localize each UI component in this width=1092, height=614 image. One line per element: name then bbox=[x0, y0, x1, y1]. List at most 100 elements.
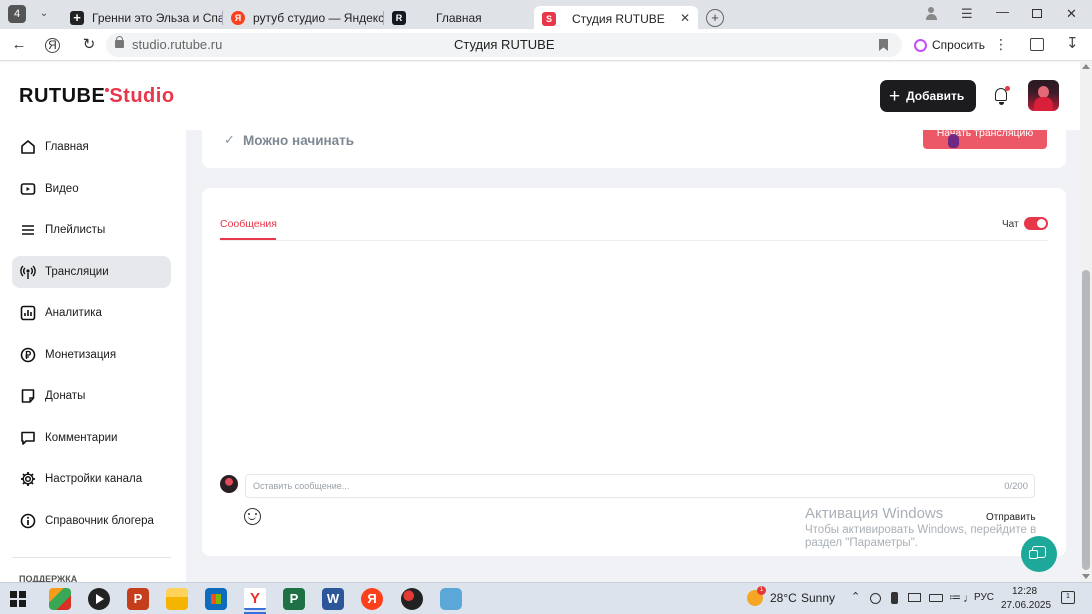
scroll-up-arrow[interactable] bbox=[1082, 64, 1090, 69]
sidebar-item-monetization[interactable]: Монетизация bbox=[12, 339, 171, 371]
yandex-favicon-icon: Я bbox=[231, 10, 245, 25]
store-icon[interactable] bbox=[205, 588, 227, 610]
broadcast-icon bbox=[19, 263, 37, 281]
yandex-browser-icon[interactable]: Y bbox=[244, 588, 266, 610]
video-icon bbox=[19, 180, 37, 198]
chat-input[interactable]: Оставить сообщение... 0/200 bbox=[245, 474, 1035, 498]
sidebar-item-label: Плейлисты bbox=[45, 224, 106, 236]
chat-tab-messages[interactable]: Сообщения bbox=[220, 218, 277, 230]
emoji-icon[interactable] bbox=[244, 508, 261, 525]
tab-count-badge[interactable]: 4 bbox=[8, 5, 26, 23]
windows-taskbar: P Y P W Я 1 28°C Sunny ⌃ ≔ ♩ РУС 12:28 2… bbox=[0, 582, 1092, 614]
stream-status-text: Можно начинать bbox=[243, 133, 355, 148]
sidebar-item-label: Трансляции bbox=[45, 266, 109, 278]
reload-icon[interactable]: ↻ bbox=[80, 36, 98, 54]
page-scrollbar[interactable] bbox=[1080, 62, 1092, 582]
sidebar-item-label: Главная bbox=[45, 141, 89, 153]
sidebar-item-channel-settings[interactable]: Настройки канала bbox=[12, 463, 171, 495]
sidebar-item-analytics[interactable]: Аналитика bbox=[12, 297, 171, 329]
url-text: studio.rutube.ru bbox=[132, 37, 223, 52]
sidebar-item-streams[interactable]: Трансляции bbox=[12, 256, 171, 288]
sidebar-support-label: ПОДДЕРЖКА bbox=[19, 574, 78, 582]
mouse-cursor-icon bbox=[948, 134, 959, 148]
browser-address-bar: ← Я ↻ studio.rutube.ru Студия RUTUBE Спр… bbox=[0, 29, 1092, 61]
weather-text[interactable]: Sunny bbox=[801, 591, 835, 605]
logo-studio: Studio bbox=[109, 85, 175, 107]
sidebar-item-label: Видео bbox=[45, 183, 79, 195]
gear-icon bbox=[19, 470, 37, 488]
close-tab-icon[interactable]: ✕ bbox=[680, 11, 690, 25]
close-window-icon[interactable]: ✕ bbox=[1066, 6, 1077, 22]
ask-alice-button[interactable]: Спросить bbox=[908, 34, 991, 56]
yandex-home-icon[interactable]: Я bbox=[45, 38, 60, 53]
browser-tab[interactable]: + Гренни это Эльза и Спан bbox=[62, 7, 222, 29]
rutube-favicon-icon: R bbox=[392, 10, 406, 25]
media-player-icon[interactable] bbox=[88, 588, 110, 610]
url-field[interactable]: studio.rutube.ru Студия RUTUBE bbox=[106, 33, 902, 57]
weather-sun-icon[interactable]: 1 bbox=[747, 586, 766, 606]
yandex-icon[interactable]: Я bbox=[361, 588, 383, 610]
tab-title: Главная bbox=[436, 10, 482, 25]
support-chat-button[interactable] bbox=[1021, 536, 1057, 572]
sidebar-item-comments[interactable]: Комментарии bbox=[12, 422, 171, 454]
restore-window-icon[interactable] bbox=[1032, 9, 1042, 18]
sidebar-item-playlists[interactable]: Плейлисты bbox=[12, 214, 171, 246]
minimize-window-icon[interactable]: — bbox=[996, 4, 1009, 19]
chat-toggle[interactable] bbox=[1024, 217, 1048, 230]
browser-tab[interactable]: R Главная bbox=[384, 7, 534, 29]
scroll-down-arrow[interactable] bbox=[1082, 574, 1090, 579]
windows-start-icon[interactable] bbox=[10, 591, 26, 607]
tray-network-icon[interactable] bbox=[870, 593, 881, 604]
browser-menu-icon[interactable]: ☰ bbox=[961, 6, 973, 22]
clock-date[interactable]: 27.06.2025 bbox=[1001, 600, 1051, 611]
studio-page: ✓ Можно начинать Начать трансляцию Сообщ… bbox=[0, 62, 1080, 582]
obs-studio-icon[interactable] bbox=[401, 588, 423, 610]
chat-input-placeholder: Оставить сообщение... bbox=[253, 481, 350, 491]
bookmark-icon[interactable] bbox=[879, 39, 888, 51]
toggle-knob bbox=[1037, 219, 1046, 228]
project-icon[interactable]: P bbox=[283, 588, 305, 610]
word-icon[interactable]: W bbox=[322, 588, 344, 610]
tray-device-icon[interactable] bbox=[891, 592, 898, 604]
more-menu-icon[interactable]: ⋮ bbox=[994, 36, 1008, 53]
notifications-bell-icon[interactable] bbox=[993, 86, 1010, 105]
sidebar-item-label: Аналитика bbox=[45, 307, 102, 319]
tray-monitor-icon[interactable] bbox=[908, 593, 921, 602]
file-explorer-icon[interactable] bbox=[166, 588, 188, 610]
sidebar-divider bbox=[12, 557, 171, 558]
tab-title: рутуб студио — Яндекс: н bbox=[253, 10, 383, 25]
sidebar-item-blogger-guide[interactable]: Справочник блогера bbox=[12, 505, 171, 537]
clock-time[interactable]: 12:28 bbox=[1012, 586, 1037, 597]
sidebar-item-video[interactable]: Видео bbox=[12, 173, 171, 205]
tray-chevron-up-icon[interactable]: ⌃ bbox=[851, 590, 860, 603]
keyboard-language[interactable]: РУС bbox=[974, 592, 994, 603]
notification-center-icon[interactable]: 1 bbox=[1061, 591, 1075, 604]
weather-temp[interactable]: 28°C bbox=[770, 591, 797, 605]
ruble-coin-icon bbox=[19, 346, 37, 364]
tray-battery-icon[interactable] bbox=[929, 594, 943, 602]
collections-icon[interactable] bbox=[1030, 38, 1044, 51]
tray-wifi-icon[interactable]: ≔ bbox=[949, 590, 961, 604]
new-tab-icon[interactable]: + bbox=[706, 8, 724, 27]
browser-tab[interactable]: Я рутуб студио — Яндекс: н bbox=[223, 7, 383, 29]
sidebar-item-donations[interactable]: Донаты bbox=[12, 380, 171, 412]
profile-icon[interactable] bbox=[925, 7, 937, 21]
powerpoint-icon[interactable]: P bbox=[127, 588, 149, 610]
sidebar-item-home[interactable]: Главная bbox=[12, 131, 171, 163]
rutube-studio-logo[interactable]: RUTUBE Studio bbox=[19, 85, 175, 108]
chat-panel: Сообщения Чат Оставить сообщение... 0/20… bbox=[202, 188, 1066, 556]
tab-title: Гренни это Эльза и Спан bbox=[92, 10, 222, 25]
windows-activation-watermark: Активация Windows Чтобы активировать Win… bbox=[805, 505, 1037, 549]
back-arrow-icon[interactable]: ← bbox=[10, 36, 28, 54]
stream-status-card: ✓ Можно начинать Начать трансляцию bbox=[202, 120, 1066, 168]
tab-list-chevron-icon[interactable]: ⌄ bbox=[36, 5, 52, 23]
char-counter: 0/200 bbox=[1004, 481, 1028, 492]
downloads-icon[interactable]: ↧ bbox=[1066, 34, 1079, 52]
user-avatar[interactable] bbox=[1028, 80, 1059, 111]
app-icon-colorful[interactable] bbox=[49, 588, 71, 610]
scrollbar-thumb[interactable] bbox=[1082, 270, 1090, 570]
game-app-icon[interactable] bbox=[440, 588, 462, 610]
add-button[interactable]: + Добавить bbox=[880, 80, 976, 112]
sidebar-item-label: Справочник блогера bbox=[45, 515, 154, 527]
page-title-in-bar: Студия RUTUBE bbox=[454, 37, 555, 52]
